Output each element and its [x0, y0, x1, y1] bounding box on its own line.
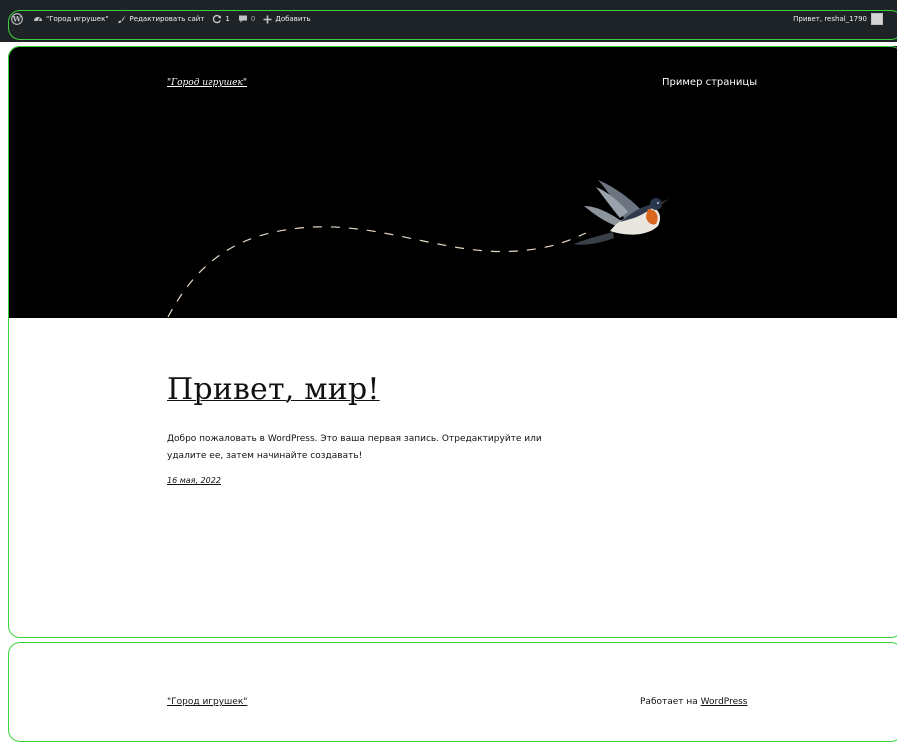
edit-site-label: Редактировать сайт — [129, 15, 205, 23]
comments-count: 0 — [250, 15, 256, 23]
updates-icon — [213, 14, 222, 24]
edit-site-button[interactable]: Редактировать сайт — [117, 14, 205, 24]
post-title[interactable]: Привет, мир! — [167, 372, 380, 407]
updates-count: 1 — [225, 15, 230, 23]
comment-icon — [238, 15, 247, 23]
comments-button[interactable]: 0 — [238, 14, 255, 24]
bird-flight-illustration — [167, 180, 669, 318]
dashboard-icon — [34, 17, 42, 22]
wordpress-link[interactable]: WordPress — [701, 697, 748, 707]
site-header: "Город игрушек" Пример страницы — [8, 46, 897, 318]
wordpress-logo-icon: W — [11, 13, 23, 25]
footer-credit-prefix: Работает на — [640, 697, 701, 707]
post-date[interactable]: 16 мая, 2022 — [167, 476, 221, 485]
account-greeting[interactable]: Привет, reshal_1790 — [793, 15, 867, 23]
bird-illustration — [574, 180, 669, 245]
post-excerpt: Добро пожаловать в WordPress. Это ваша п… — [167, 434, 542, 461]
plus-icon — [263, 15, 272, 23]
nav-item-sample-page[interactable]: Пример страницы — [662, 77, 757, 88]
svg-text:W: W — [12, 15, 22, 24]
footer-site-title[interactable]: "Город игрушек" — [167, 697, 247, 707]
footer-credit: Работает на WordPress — [640, 697, 748, 707]
brush-icon — [117, 15, 126, 24]
site-name-menu[interactable]: "Город игрушек" — [33, 14, 109, 24]
updates-button[interactable]: 1 — [212, 14, 230, 24]
site-name-label: "Город игрушек" — [46, 15, 109, 23]
highlight-frame-footer — [8, 642, 897, 742]
admin-bar: W "Город игрушек" Редактировать сайт 1 0… — [0, 0, 897, 42]
wordpress-menu[interactable]: W — [11, 13, 23, 25]
add-new-label: Добавить — [275, 15, 311, 23]
add-new-button[interactable]: Добавить — [263, 15, 311, 24]
header-site-title[interactable]: "Город игрушек" — [167, 78, 247, 88]
avatar[interactable] — [871, 13, 883, 25]
